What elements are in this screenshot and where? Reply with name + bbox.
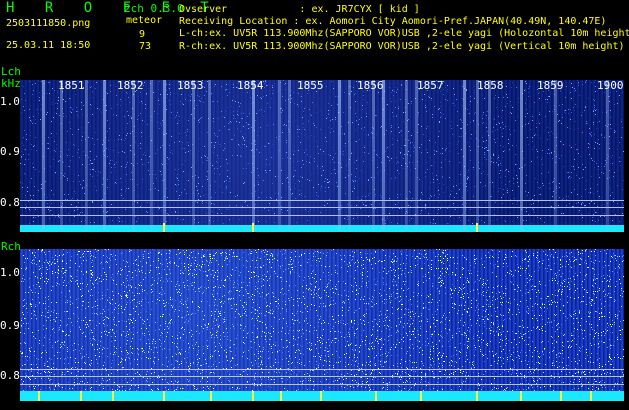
version-label: 2ch 0.3.0 (124, 2, 184, 15)
meteor-echo-mark (210, 391, 212, 401)
bottom-ytick-0-9: 0.9 (0, 319, 20, 332)
bottom-hline-3 (20, 384, 624, 385)
meteor-echo-mark (80, 391, 82, 401)
top-ytick-1-0: 1.0 (0, 95, 20, 108)
meteor-streak (520, 80, 523, 230)
bottom-ytick-0-8: 0.8 (0, 369, 20, 382)
lch-info: L-ch:ex. UV5R 113.900Mhz(SAPPORO VOR)USB… (179, 28, 629, 39)
time-tick-1858: 1858 (477, 79, 504, 92)
meteor-streak (288, 80, 291, 230)
datetime-label: 25.03.11 18:50 (6, 40, 91, 51)
time-tick-1857: 1857 (417, 79, 444, 92)
meteor-streak (405, 80, 408, 230)
khz-label: kHz (1, 77, 21, 90)
meteor-count-lch: 9 (139, 29, 146, 40)
meteor-echo-mark (252, 391, 254, 401)
meteor-echo-mark (420, 391, 422, 401)
time-tick-1852: 1852 (117, 79, 144, 92)
meteor-echo-mark (163, 391, 165, 401)
bottom-hline-2 (20, 376, 624, 377)
lch-signal-band (20, 225, 624, 232)
meteor-count-rch: 73 (139, 41, 152, 52)
bottom-hline-1 (20, 369, 624, 370)
observer-info: Ovserver : ex. JR7CYX [ kid ] (179, 4, 420, 15)
lch-spectrogram (20, 80, 624, 232)
time-tick-1851: 1851 (58, 79, 85, 92)
noise-texture (20, 249, 624, 393)
meteor-streak (208, 80, 211, 230)
meteor-echo-mark (252, 223, 254, 232)
meteor-streak (42, 80, 45, 230)
meteor-streak (103, 80, 106, 230)
rch-info: R-ch:ex. UV5R 113.900Mhz(SAPPORO VOR)USB… (179, 41, 625, 52)
time-tick-1900: 1900 (597, 79, 624, 92)
time-tick-1856: 1856 (357, 79, 384, 92)
meteor-streak (415, 80, 418, 230)
meteor-streak (60, 80, 63, 230)
top-hline-3 (20, 215, 624, 216)
top-hline-2 (20, 207, 624, 208)
lch-label: Lch (1, 65, 21, 78)
top-ytick-0-9: 0.9 (0, 145, 20, 158)
top-ytick-0-8: 0.8 (0, 196, 20, 209)
meteor-streak (476, 80, 479, 230)
meteor-echo-mark (375, 391, 377, 401)
meteor-streak (463, 80, 466, 230)
meteor-streak (554, 80, 557, 230)
meteor-label: meteor (126, 15, 163, 26)
time-tick-1853: 1853 (177, 79, 204, 92)
meteor-streak (488, 80, 491, 230)
meteor-echo-mark (320, 391, 322, 401)
meteor-streak (606, 80, 609, 230)
bottom-ytick-1-0: 1.0 (0, 266, 20, 279)
meteor-streak (278, 80, 281, 230)
time-tick-1859: 1859 (537, 79, 564, 92)
meteor-echo-mark (560, 391, 562, 401)
meteor-streak (150, 80, 153, 230)
meteor-streak (252, 80, 255, 230)
meteor-streak (163, 80, 166, 230)
rch-signal-band (20, 391, 624, 401)
time-tick-1855: 1855 (297, 79, 324, 92)
meteor-streak (85, 80, 88, 230)
filename-label: 2503111850.png (6, 18, 91, 29)
meteor-streak (382, 80, 385, 230)
meteor-echo-mark (476, 391, 478, 401)
noise-texture (20, 80, 624, 224)
meteor-streak (192, 80, 195, 230)
location-info: Receiving Location : ex. Aomori City Aom… (179, 16, 607, 27)
meteor-streak (372, 80, 375, 230)
meteor-streak (132, 80, 135, 230)
time-tick-1854: 1854 (237, 79, 264, 92)
rch-spectrogram (20, 249, 624, 401)
meteor-echo-mark (112, 391, 114, 401)
meteor-echo-mark (280, 391, 282, 401)
top-hline-1 (20, 200, 624, 201)
meteor-streak (338, 80, 341, 230)
meteor-echo-mark (520, 391, 522, 401)
meteor-echo-mark (476, 223, 478, 232)
meteor-streak (348, 80, 351, 230)
meteor-echo-mark (38, 391, 40, 401)
meteor-echo-mark (163, 223, 165, 232)
meteor-echo-mark (590, 391, 592, 401)
rch-label: Rch (1, 240, 21, 253)
